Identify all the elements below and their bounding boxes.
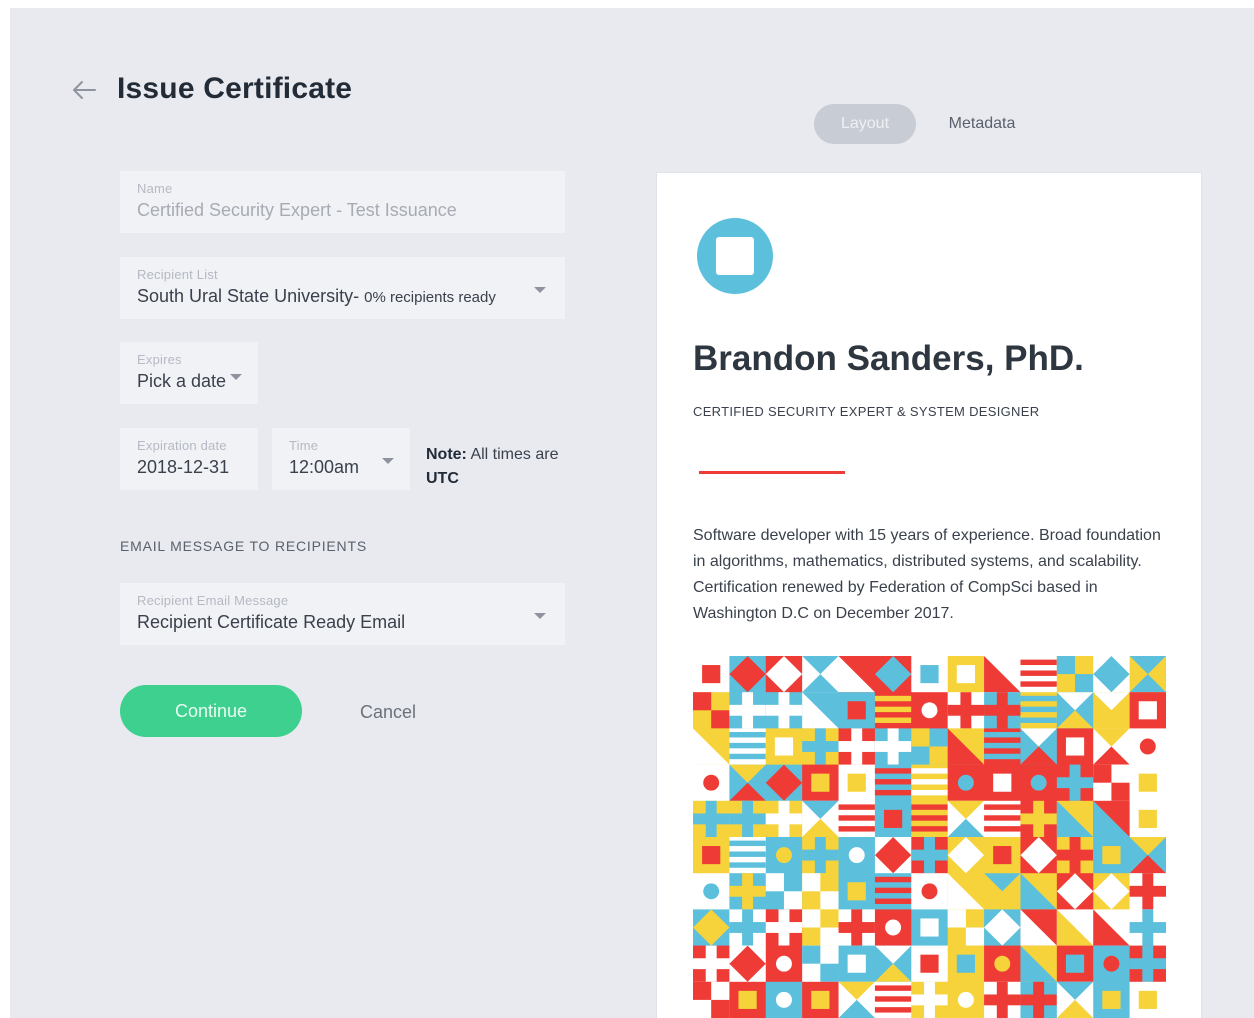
- certificate-preview: Brandon Sanders, PhD. CERTIFIED SECURITY…: [657, 173, 1201, 1018]
- timezone-note: Note: All times are UTC: [426, 443, 566, 491]
- certificate-subtitle: CERTIFIED SECURITY EXPERT & SYSTEM DESIG…: [693, 404, 1040, 419]
- cancel-button[interactable]: Cancel: [340, 697, 436, 727]
- email-message-value: Recipient Certificate Ready Email: [137, 612, 406, 632]
- certificate-divider: [699, 471, 845, 474]
- continue-button[interactable]: Continue: [120, 685, 302, 737]
- certificate-description: Software developer with 15 years of expe…: [693, 527, 1161, 622]
- note-text: All times are: [466, 446, 559, 463]
- expiration-date-label: Expiration date: [137, 438, 227, 453]
- expiration-date-field[interactable]: Expiration date 2018-12-31: [120, 428, 258, 490]
- expires-label: Expires: [137, 352, 182, 367]
- name-label: Name: [137, 181, 173, 196]
- recipient-list-university: South Ural State University-: [137, 286, 360, 306]
- expires-value: Pick a date: [137, 371, 227, 391]
- time-value: 12:00am: [289, 457, 360, 477]
- name-field[interactable]: Name Certified Security Expert - Test Is…: [120, 171, 565, 233]
- certificate-recipient-name: Brandon Sanders, PhD.: [693, 339, 1084, 378]
- time-select[interactable]: Time 12:00am: [272, 428, 410, 490]
- recipient-list-label: Recipient List: [137, 267, 218, 282]
- tab-layout[interactable]: Layout: [814, 104, 916, 144]
- certificate-logo-icon: [697, 218, 773, 294]
- email-message-label: Recipient Email Message: [137, 593, 289, 608]
- chevron-down-icon: [382, 458, 394, 464]
- tab-metadata[interactable]: Metadata: [930, 104, 1034, 144]
- chevron-down-icon: [534, 613, 546, 619]
- chevron-down-icon: [534, 287, 546, 293]
- expires-select[interactable]: Expires Pick a date: [120, 342, 258, 404]
- recipient-list-select[interactable]: Recipient List South Ural State Universi…: [120, 257, 565, 319]
- note-zone: UTC: [426, 470, 459, 487]
- recipient-list-value: South Ural State University- 0% recipien…: [137, 286, 548, 307]
- chevron-down-icon: [230, 374, 242, 380]
- time-label: Time: [289, 438, 319, 453]
- email-section-heading: EMAIL MESSAGE TO RECIPIENTS: [120, 538, 367, 554]
- arrow-left-icon[interactable]: [70, 78, 98, 102]
- recipient-list-status: 0% recipients ready: [364, 289, 496, 306]
- name-value: Certified Security Expert - Test Issuanc…: [137, 200, 457, 220]
- email-message-select[interactable]: Recipient Email Message Recipient Certif…: [120, 583, 565, 645]
- note-bold: Note:: [426, 446, 467, 463]
- certificate-pattern-image: [693, 656, 1166, 1018]
- expiration-date-value: 2018-12-31: [137, 457, 230, 477]
- page-title: Issue Certificate: [117, 72, 353, 105]
